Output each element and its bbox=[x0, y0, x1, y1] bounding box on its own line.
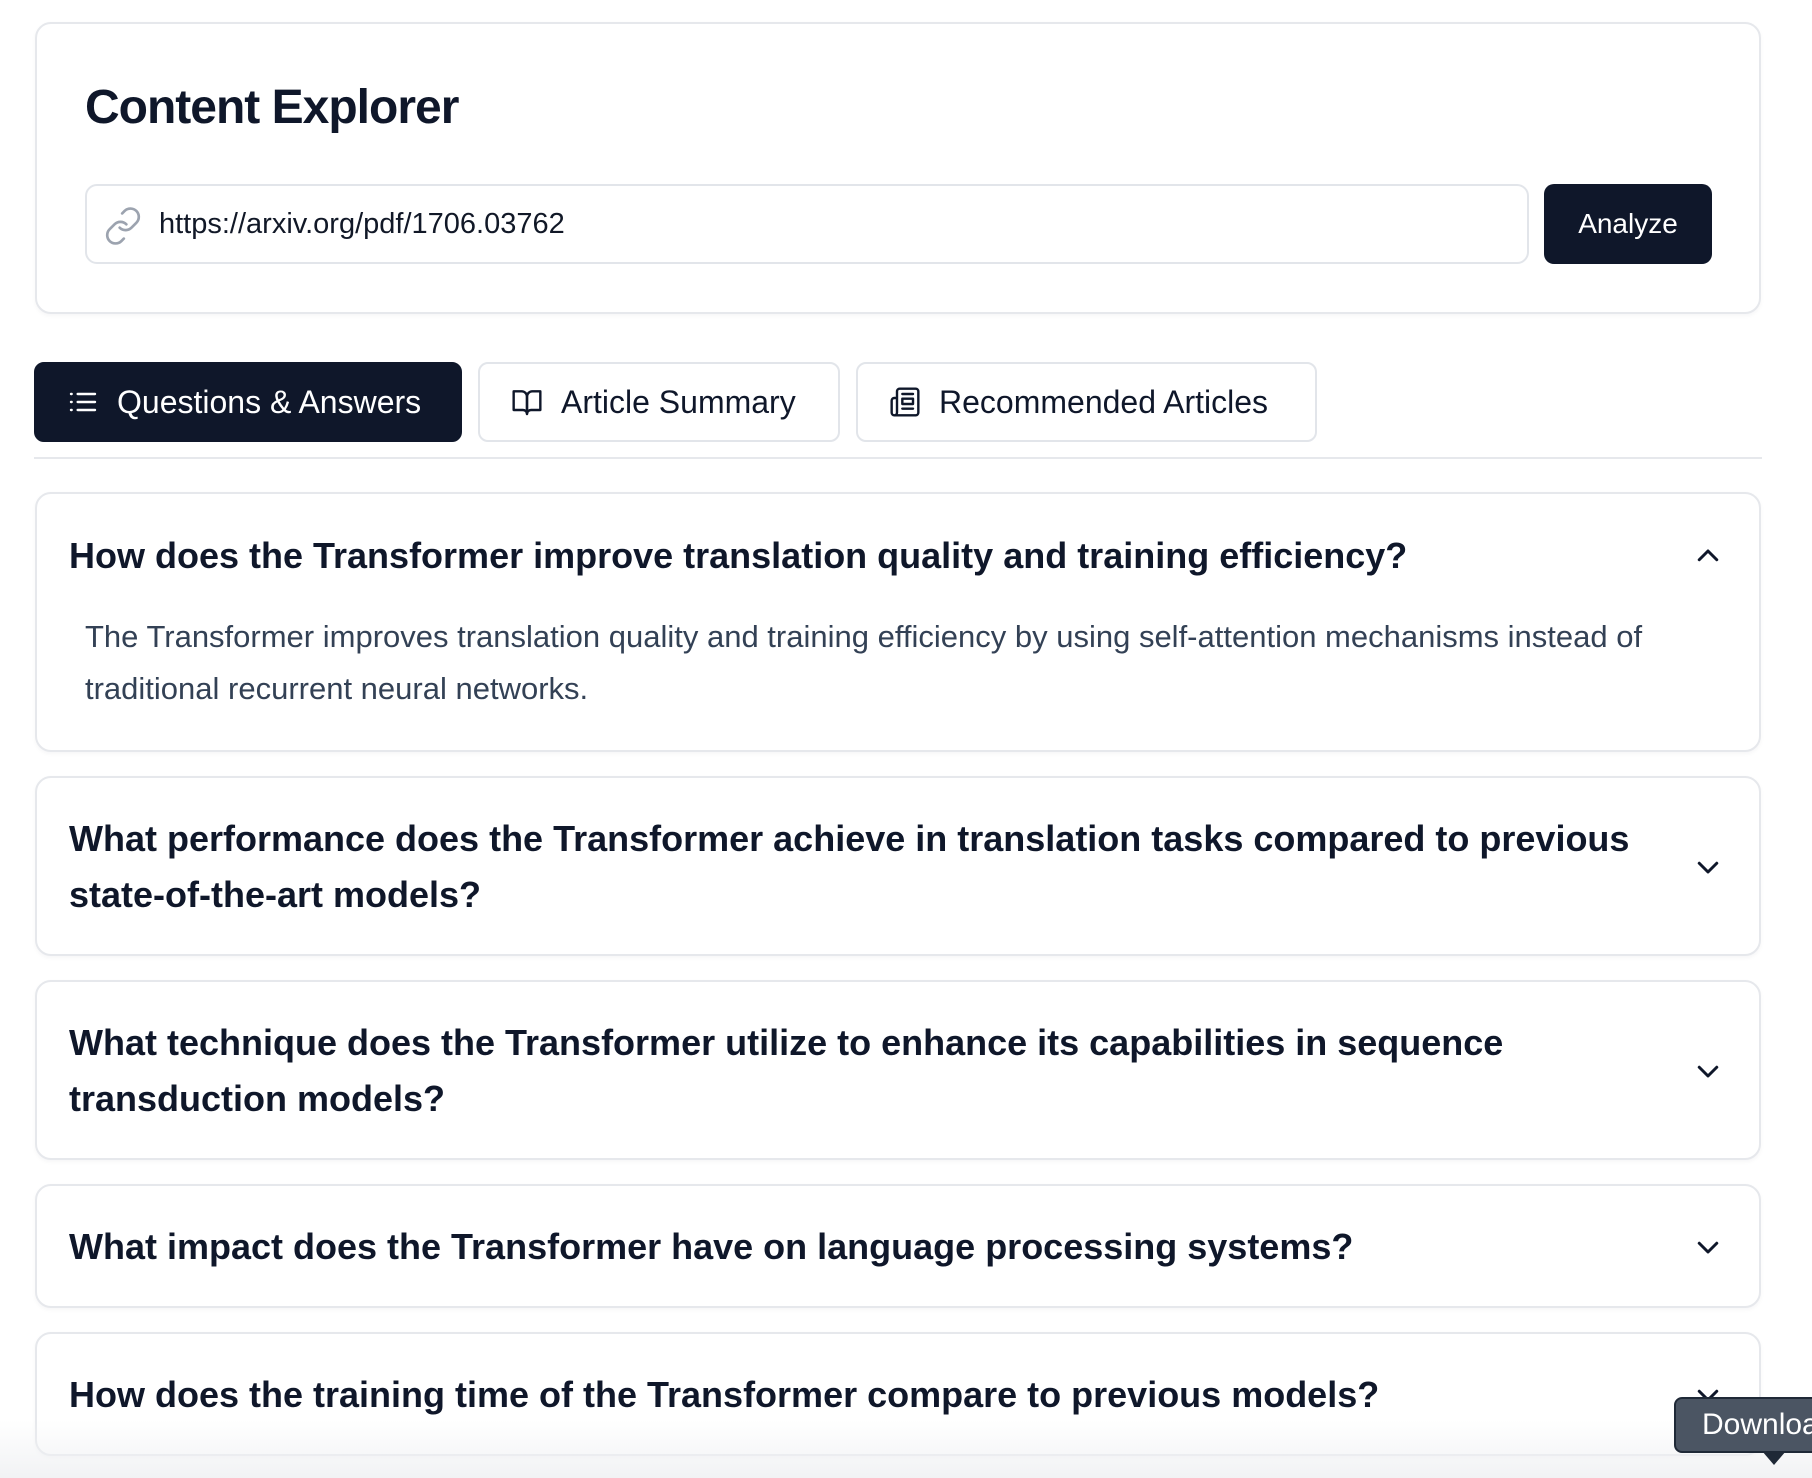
qa-question[interactable]: How does the Transformer improve transla… bbox=[69, 528, 1649, 584]
qa-item[interactable]: What technique does the Transformer util… bbox=[35, 980, 1761, 1160]
tab-article-summary[interactable]: Article Summary bbox=[478, 362, 840, 442]
app-title: Content Explorer bbox=[85, 81, 459, 134]
url-input-container[interactable] bbox=[85, 184, 1529, 264]
analyze-button[interactable]: Analyze bbox=[1544, 184, 1712, 264]
chevron-down-icon[interactable] bbox=[1693, 1232, 1723, 1262]
tab-questions-answers[interactable]: Questions & Answers bbox=[34, 362, 462, 442]
book-open-icon bbox=[512, 390, 542, 416]
chevron-up-icon[interactable] bbox=[1693, 541, 1723, 571]
tab-label: Questions & Answers bbox=[117, 383, 422, 420]
url-input[interactable] bbox=[159, 196, 1499, 252]
link-icon bbox=[105, 207, 141, 245]
qa-question[interactable]: What technique does the Transformer util… bbox=[69, 1015, 1649, 1127]
tab-divider bbox=[34, 457, 1762, 459]
chevron-down-icon[interactable] bbox=[1693, 852, 1723, 882]
qa-question[interactable]: What impact does the Transformer have on… bbox=[69, 1219, 1649, 1275]
qa-item: How does the Transformer improve transla… bbox=[35, 492, 1761, 752]
qa-answer: The Transformer improves translation qua… bbox=[85, 619, 1643, 706]
chevron-down-icon[interactable] bbox=[1693, 1056, 1723, 1086]
tooltip-pointer bbox=[1762, 1451, 1786, 1465]
tab-recommended-articles[interactable]: Recommended Articles bbox=[856, 362, 1317, 442]
tab-label: Article Summary bbox=[561, 383, 796, 420]
qa-item[interactable]: What impact does the Transformer have on… bbox=[35, 1184, 1761, 1308]
qa-question[interactable]: How does the training time of the Transf… bbox=[69, 1367, 1649, 1423]
content-explorer-panel: Content Explorer Analyze bbox=[35, 22, 1761, 314]
qa-item[interactable]: How does the training time of the Transf… bbox=[35, 1332, 1761, 1456]
qa-question[interactable]: What performance does the Transformer ac… bbox=[69, 811, 1649, 923]
newspaper-icon bbox=[890, 387, 920, 417]
tab-label: Recommended Articles bbox=[939, 383, 1269, 420]
qa-item[interactable]: What performance does the Transformer ac… bbox=[35, 776, 1761, 956]
download-tooltip[interactable]: Download bbox=[1674, 1397, 1812, 1453]
list-icon bbox=[69, 392, 97, 412]
download-tooltip-label: Download bbox=[1702, 1408, 1812, 1441]
